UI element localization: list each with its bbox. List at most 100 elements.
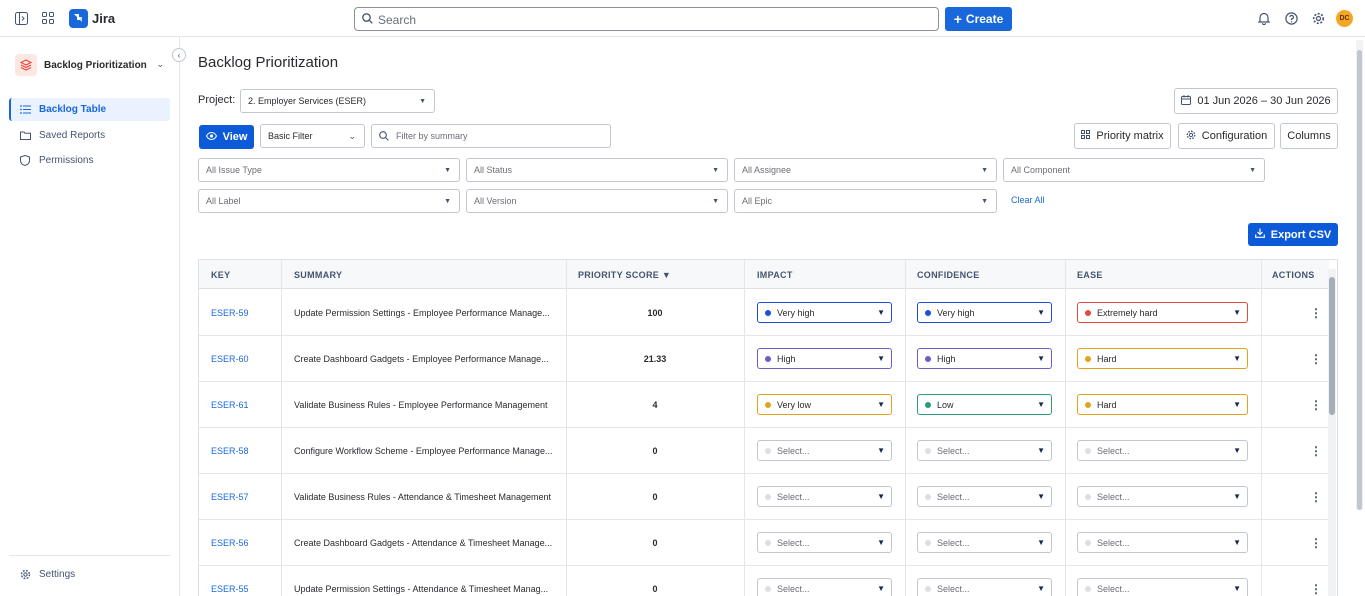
impact-select[interactable]: High ▼ <box>757 348 892 369</box>
settings-gear-icon[interactable] <box>1311 11 1325 25</box>
row-actions-menu-icon[interactable]: ⋮ <box>1310 428 1322 474</box>
confidence-select[interactable]: Low ▼ <box>917 394 1052 415</box>
user-avatar[interactable]: DC <box>1336 10 1353 27</box>
notifications-bell-icon[interactable] <box>1257 11 1271 25</box>
confidence-select[interactable]: Select... ▼ <box>917 532 1052 553</box>
columns-button[interactable]: Columns <box>1280 123 1338 149</box>
confidence-select[interactable]: Select... ▼ <box>917 578 1052 596</box>
row-actions-menu-icon[interactable]: ⋮ <box>1310 520 1322 566</box>
table-row[interactable]: ESER-57 Validate Business Rules - Attenda… <box>199 474 1329 520</box>
label-filter[interactable]: All Label ▼ <box>198 189 460 213</box>
impact-select[interactable]: Very low ▼ <box>757 394 892 415</box>
page-scrollbar-thumb[interactable] <box>1357 50 1362 510</box>
summary-filter-input[interactable]: Filter by summary <box>371 124 611 148</box>
chevron-down-icon[interactable]: ⌄ <box>156 59 164 70</box>
caret-down-icon: ▼ <box>877 492 885 501</box>
table-scrollbar-thumb[interactable] <box>1329 277 1335 415</box>
column-header-impact[interactable]: IMPACT <box>757 260 793 289</box>
status-dot-icon <box>765 355 771 362</box>
epic-filter[interactable]: All Epic ▼ <box>734 189 997 213</box>
ease-select[interactable]: Extremely hard ▼ <box>1077 302 1248 323</box>
issue-key-link[interactable]: ESER-55 <box>211 566 249 596</box>
column-header-priority-score[interactable]: PRIORITY SCORE ▼ <box>578 260 671 289</box>
issue-key-link[interactable]: ESER-56 <box>211 520 249 566</box>
sidebar-item-permissions[interactable]: Permissions <box>9 149 170 172</box>
issue-type-filter[interactable]: All Issue Type ▼ <box>198 158 460 182</box>
help-icon[interactable] <box>1284 11 1298 25</box>
caret-down-icon: ▼ <box>1037 538 1045 547</box>
table-row[interactable]: ESER-60 Create Dashboard Gadgets - Employ… <box>199 336 1329 382</box>
ease-select[interactable]: Hard ▼ <box>1077 394 1248 415</box>
row-actions-menu-icon[interactable]: ⋮ <box>1310 566 1322 596</box>
issue-key-link[interactable]: ESER-60 <box>211 336 249 382</box>
filter-mode-select[interactable]: Basic Filter ⌄ <box>260 124 365 148</box>
ease-select[interactable]: Select... ▼ <box>1077 486 1248 507</box>
confidence-select[interactable]: Select... ▼ <box>917 440 1052 461</box>
sidebar-item-saved-reports[interactable]: Saved Reports <box>9 124 170 147</box>
assignee-filter[interactable]: All Assignee ▼ <box>734 158 997 182</box>
table-row[interactable]: ESER-55 Update Permission Settings - Atte… <box>199 566 1329 596</box>
table-row[interactable]: ESER-58 Configure Workflow Scheme - Emplo… <box>199 428 1329 474</box>
column-header-summary[interactable]: SUMMARY <box>294 260 342 289</box>
configuration-button[interactable]: Configuration <box>1178 123 1275 149</box>
version-filter[interactable]: All Version ▼ <box>466 189 728 213</box>
column-header-key[interactable]: KEY <box>211 260 230 289</box>
view-button[interactable]: View <box>199 125 254 149</box>
filter-value: All Epic <box>742 196 773 206</box>
table-scrollbar[interactable] <box>1328 269 1336 596</box>
confidence-select[interactable]: Very high ▼ <box>917 302 1052 323</box>
search-input[interactable]: Search <box>354 7 939 31</box>
main-content: Backlog Prioritization Project: 2. Emplo… <box>180 37 1365 596</box>
row-actions-menu-icon[interactable]: ⋮ <box>1310 474 1322 520</box>
issue-summary: Create Dashboard Gadgets - Attendance & … <box>294 538 553 548</box>
confidence-select[interactable]: Select... ▼ <box>917 486 1052 507</box>
create-button[interactable]: + Create <box>945 7 1012 31</box>
impact-select[interactable]: Very high ▼ <box>757 302 892 323</box>
table-row[interactable]: ESER-61 Validate Business Rules - Employe… <box>199 382 1329 428</box>
page-scrollbar[interactable] <box>1356 40 1363 510</box>
caret-down-icon: ▼ <box>1037 400 1045 409</box>
component-filter[interactable]: All Component ▼ <box>1003 158 1265 182</box>
impact-select[interactable]: Select... ▼ <box>757 486 892 507</box>
priority-matrix-button[interactable]: Priority matrix <box>1074 123 1171 149</box>
sidebar-toggle-icon[interactable] <box>14 11 28 25</box>
column-header-ease[interactable]: EASE <box>1077 260 1103 289</box>
caret-down-icon: ▼ <box>1233 400 1241 409</box>
table-row[interactable]: ESER-56 Create Dashboard Gadgets - Attend… <box>199 520 1329 566</box>
status-filter[interactable]: All Status ▼ <box>466 158 728 182</box>
ease-select[interactable]: Select... ▼ <box>1077 440 1248 461</box>
project-select-value: 2. Employer Services (ESER) <box>248 96 367 106</box>
clear-all-link[interactable]: Clear All <box>1011 195 1045 205</box>
impact-select[interactable]: Select... ▼ <box>757 578 892 596</box>
app-name[interactable]: Jira <box>92 11 115 26</box>
project-header[interactable]: Backlog Prioritization ⌄ <box>15 54 170 76</box>
sidebar-item-backlog-table[interactable]: Backlog Table <box>9 98 170 121</box>
impact-select[interactable]: Select... ▼ <box>757 440 892 461</box>
ease-value: Select... <box>1097 583 1130 594</box>
column-header-confidence[interactable]: CONFIDENCE <box>917 260 980 289</box>
issue-key-link[interactable]: ESER-59 <box>211 290 249 336</box>
ease-select[interactable]: Select... ▼ <box>1077 532 1248 553</box>
caret-down-icon: ▼ <box>1037 492 1045 501</box>
row-actions-menu-icon[interactable]: ⋮ <box>1310 382 1322 428</box>
app-switcher-icon[interactable] <box>41 11 55 25</box>
issue-key-link[interactable]: ESER-57 <box>211 474 249 520</box>
jira-logo-icon[interactable] <box>69 9 88 28</box>
sidebar-item-settings[interactable]: Settings <box>9 563 170 586</box>
plus-icon: + <box>953 11 962 27</box>
project-name: Backlog Prioritization <box>44 59 147 71</box>
top-navigation-bar: Jira Search + Create DC <box>0 0 1365 37</box>
export-csv-button[interactable]: Export CSV <box>1248 223 1338 246</box>
confidence-select[interactable]: High ▼ <box>917 348 1052 369</box>
project-select[interactable]: 2. Employer Services (ESER) ▼ <box>240 89 435 113</box>
caret-down-icon: ▼ <box>444 167 451 174</box>
impact-select[interactable]: Select... ▼ <box>757 532 892 553</box>
table-row[interactable]: ESER-59 Update Permission Settings - Empl… <box>199 290 1329 336</box>
issue-key-link[interactable]: ESER-58 <box>211 428 249 474</box>
row-actions-menu-icon[interactable]: ⋮ <box>1310 336 1322 382</box>
row-actions-menu-icon[interactable]: ⋮ <box>1310 290 1322 336</box>
ease-select[interactable]: Select... ▼ <box>1077 578 1248 596</box>
issue-key-link[interactable]: ESER-61 <box>211 382 249 428</box>
date-range-button[interactable]: 01 Jun 2026 – 30 Jun 2026 <box>1174 88 1338 114</box>
ease-select[interactable]: Hard ▼ <box>1077 348 1248 369</box>
